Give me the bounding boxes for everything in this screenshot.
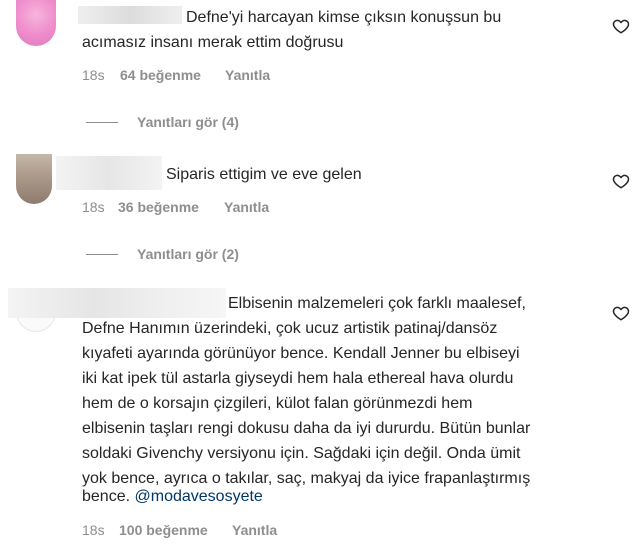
comment-text-line: bence. @modavesosyete xyxy=(82,485,263,509)
comment-time: 18s xyxy=(82,199,105,215)
reply-button[interactable]: Yanıtla xyxy=(232,522,277,538)
username-redacted xyxy=(78,6,182,24)
username-redacted xyxy=(8,288,226,318)
mention-link[interactable]: @modavesosyete xyxy=(135,488,263,505)
comment-text-line: acımasız insanı merak ettim doğrusu xyxy=(82,34,344,51)
comment-text-line: hem de o korsajın çizgileri, külot falan… xyxy=(82,395,473,412)
comment-text-line: soldaki Givenchy versiyonu için. Sağdaki… xyxy=(82,445,521,462)
comment-text-line: Defne'yi harcayan kimse çıksın konuşsun … xyxy=(186,9,502,26)
view-replies-button[interactable]: Yanıtları gör (4) xyxy=(137,114,239,130)
comment-text-line: Siparis ettigim ve eve gelen xyxy=(166,166,362,183)
replies-divider xyxy=(86,122,118,123)
comment-text-last: bence. xyxy=(82,488,131,505)
username-redacted xyxy=(56,156,162,190)
heart-outline-icon[interactable] xyxy=(612,172,630,190)
reply-button[interactable]: Yanıtla xyxy=(224,199,269,215)
comment-text-line: kıyafeti ayarında görünüyor bence. Kenda… xyxy=(82,345,520,362)
heart-outline-icon[interactable] xyxy=(612,304,630,322)
comment-1: Defne'yi harcayan kimse çıksın konuşsun … xyxy=(0,0,640,150)
comment-2: Siparis ettigim ve eve gelen 18s 36 beğe… xyxy=(0,150,640,280)
replies-divider xyxy=(86,254,118,255)
likes-count[interactable]: 100 beğenme xyxy=(119,522,208,538)
comment-3: Elbisenin malzemeleri çok farklı maalese… xyxy=(0,280,640,553)
comment-text-line: elbisenin taşları rengi dokusu daha da i… xyxy=(82,420,531,437)
comment-text-line: Elbisenin malzemeleri çok farklı maalese… xyxy=(228,295,526,312)
comment-text-line: iki kat ipek tül astarla giyseydi hem ha… xyxy=(82,370,514,387)
likes-count[interactable]: 36 beğenme xyxy=(118,199,199,215)
view-replies-button[interactable]: Yanıtları gör (2) xyxy=(137,246,239,262)
heart-outline-icon[interactable] xyxy=(612,17,630,35)
avatar[interactable] xyxy=(16,154,52,204)
comment-text-line: Defne Hanımın üzerindeki, çok ucuz artis… xyxy=(82,320,498,337)
likes-count[interactable]: 64 beğenme xyxy=(120,67,201,83)
comment-time: 18s xyxy=(82,522,105,538)
avatar[interactable] xyxy=(16,0,56,46)
reply-button[interactable]: Yanıtla xyxy=(225,67,270,83)
comment-time: 18s xyxy=(82,67,105,83)
